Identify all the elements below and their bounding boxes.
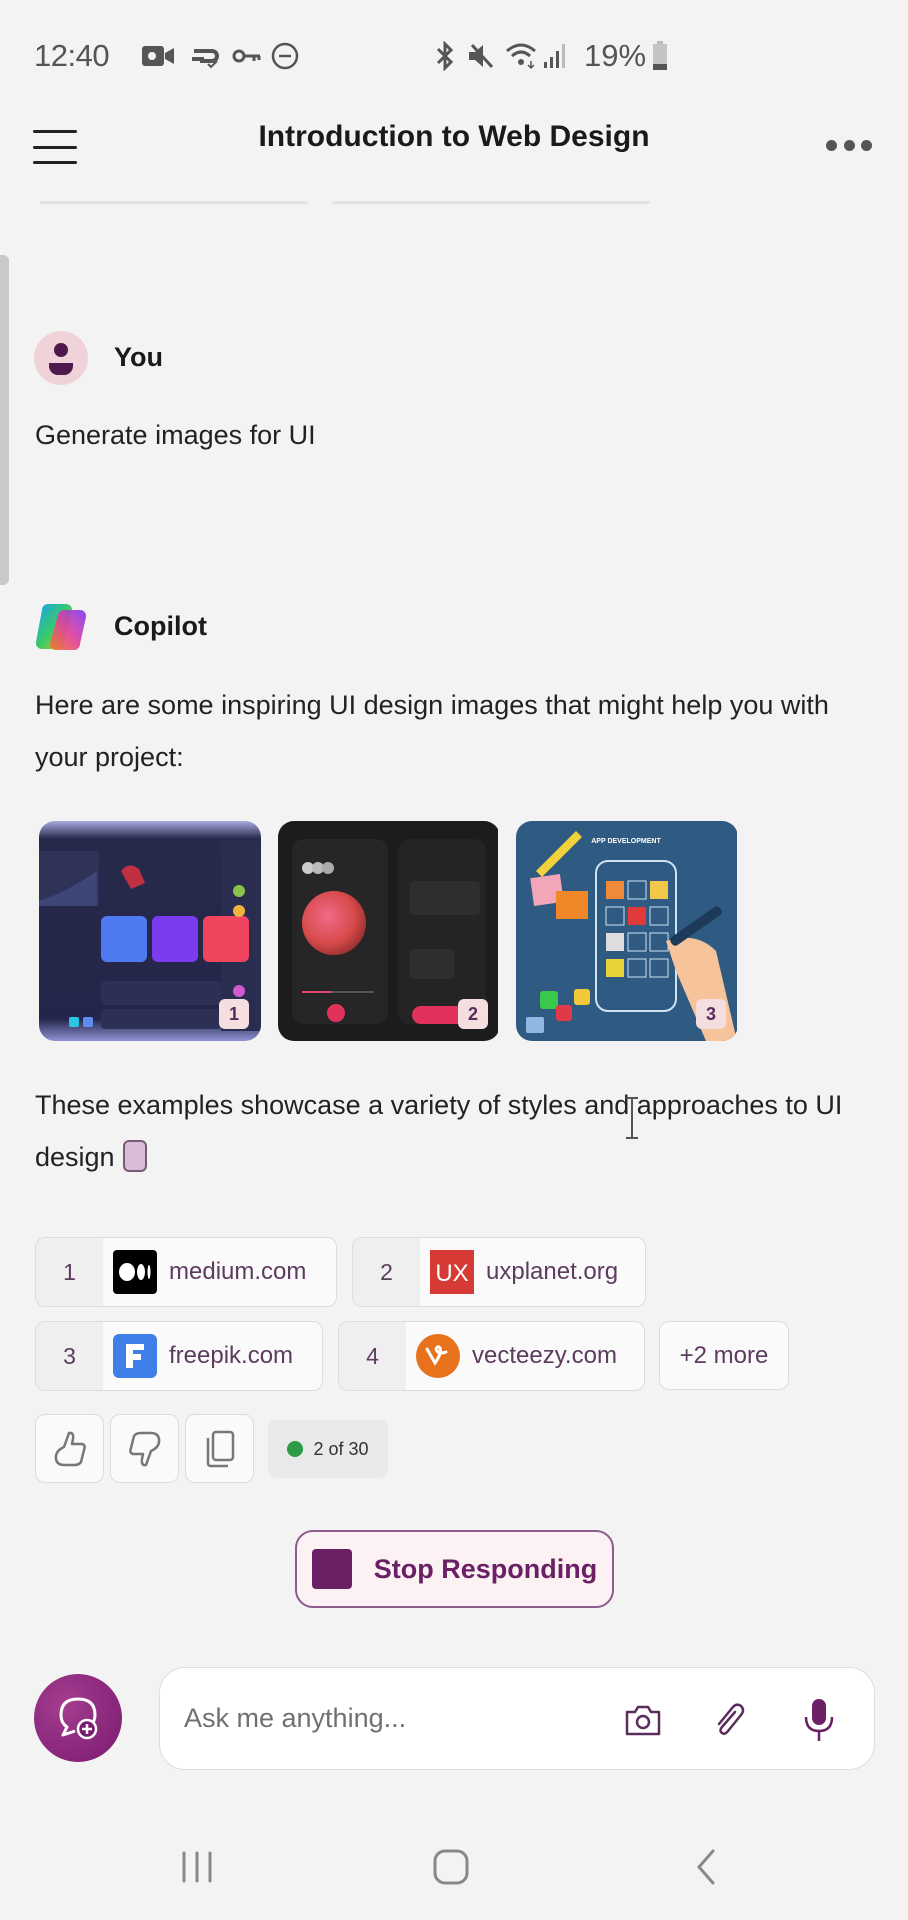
signal-icon [543,42,567,70]
new-topic-button[interactable] [34,1674,122,1762]
image-result-3[interactable]: APP DEVELOPMENT 3 [516,821,738,1041]
stop-icon [311,1549,352,1589]
image-result-2[interactable]: 2 [278,821,500,1041]
outro-text: These examples showcase a variety of sty… [35,1090,843,1172]
battery-icon [652,41,668,70]
citation-number: 4 [339,1322,406,1390]
citation-3[interactable]: 3 freepik.com [35,1321,323,1391]
thumbs-up-icon [54,1431,86,1466]
copilot-sender-name: Copilot [114,611,207,641]
uxplanet-logo-icon: UX [430,1250,474,1294]
status-dot-icon [287,1441,304,1457]
image-result-1[interactable]: 1 [39,821,261,1041]
wifi-icon [505,42,539,70]
citation-label: uxplanet.org [486,1258,619,1285]
more-dot [861,140,872,151]
recent-apps-button[interactable] [167,1842,227,1892]
vecteezy-logo-icon [416,1334,460,1378]
microphone-button[interactable] [794,1695,844,1745]
composer [159,1667,875,1770]
person-icon [49,343,73,375]
image-index-badge: 2 [458,999,488,1029]
more-citations-button[interactable]: +2 more [659,1321,789,1390]
citation-4[interactable]: 4 vecteezy.com [338,1321,645,1391]
video-camera-icon [142,42,176,70]
sync-check-icon [190,42,220,70]
camera-button[interactable] [618,1695,668,1745]
vpn-key-icon [232,42,262,70]
citation-1[interactable]: 1 medium.com [35,1237,337,1307]
stop-responding-label: Stop Responding [373,1553,598,1584]
do-not-disturb-icon [270,42,300,70]
battery-percent: 19% [584,38,647,73]
mute-icon [466,42,496,70]
turn-counter-text: 2 of 30 [313,1438,369,1459]
back-button[interactable] [676,1842,736,1892]
bluetooth-icon [433,41,457,71]
divider [332,201,650,204]
stop-responding-button[interactable]: Stop Responding [295,1530,614,1608]
citation-label: vecteezy.com [472,1342,617,1369]
recent-apps-icon [182,1851,212,1883]
citation-number: 1 [36,1238,103,1306]
svg-text:UX: UX [435,1260,468,1286]
turn-counter: 2 of 30 [268,1420,388,1478]
thumbs-up-button[interactable] [35,1414,104,1483]
typing-cursor [122,1140,147,1172]
citation-number: 3 [36,1322,103,1390]
user-sender-name: You [114,342,163,372]
user-message-text: Generate images for UI [35,420,316,450]
more-dot [843,140,855,151]
home-icon [433,1849,469,1885]
copilot-intro-text: Here are some inspiring UI design images… [35,690,829,772]
image-index-badge: 1 [219,999,249,1029]
citation-number: 2 [353,1238,420,1306]
copy-icon [206,1430,234,1467]
scrollbar[interactable] [0,255,9,585]
attach-button[interactable] [704,1695,754,1745]
camera-icon [625,1705,661,1736]
paperclip-icon [717,1703,745,1735]
more-options-button[interactable] [826,140,872,154]
microphone-icon [804,1699,834,1741]
divider [40,201,308,204]
citation-label: freepik.com [169,1342,294,1369]
thumbs-down-button[interactable] [110,1414,179,1483]
citation-label: medium.com [169,1258,307,1285]
conversation-title: Introduction to Web Design [258,120,650,153]
status-time: 12:40 [34,38,110,73]
medium-logo-icon [113,1250,157,1294]
copy-button[interactable] [185,1414,254,1483]
back-chevron-icon [697,1849,715,1885]
image-index-badge: 3 [696,999,726,1029]
svg-text:APP DEVELOPMENT: APP DEVELOPMENT [591,838,661,845]
copilot-outro-text: These examples showcase a variety of sty… [35,1079,885,1183]
copilot-logo-icon [34,600,88,654]
home-button[interactable] [421,1842,481,1892]
more-dot [826,140,837,151]
new-chat-icon [59,1697,98,1740]
i-beam-cursor-icon [625,1096,639,1140]
user-avatar [34,331,88,385]
thumbs-down-icon [128,1431,160,1466]
ask-input[interactable] [184,1668,604,1769]
citation-2[interactable]: 2 UX uxplanet.org [352,1237,646,1307]
freepik-logo-icon [113,1334,157,1378]
